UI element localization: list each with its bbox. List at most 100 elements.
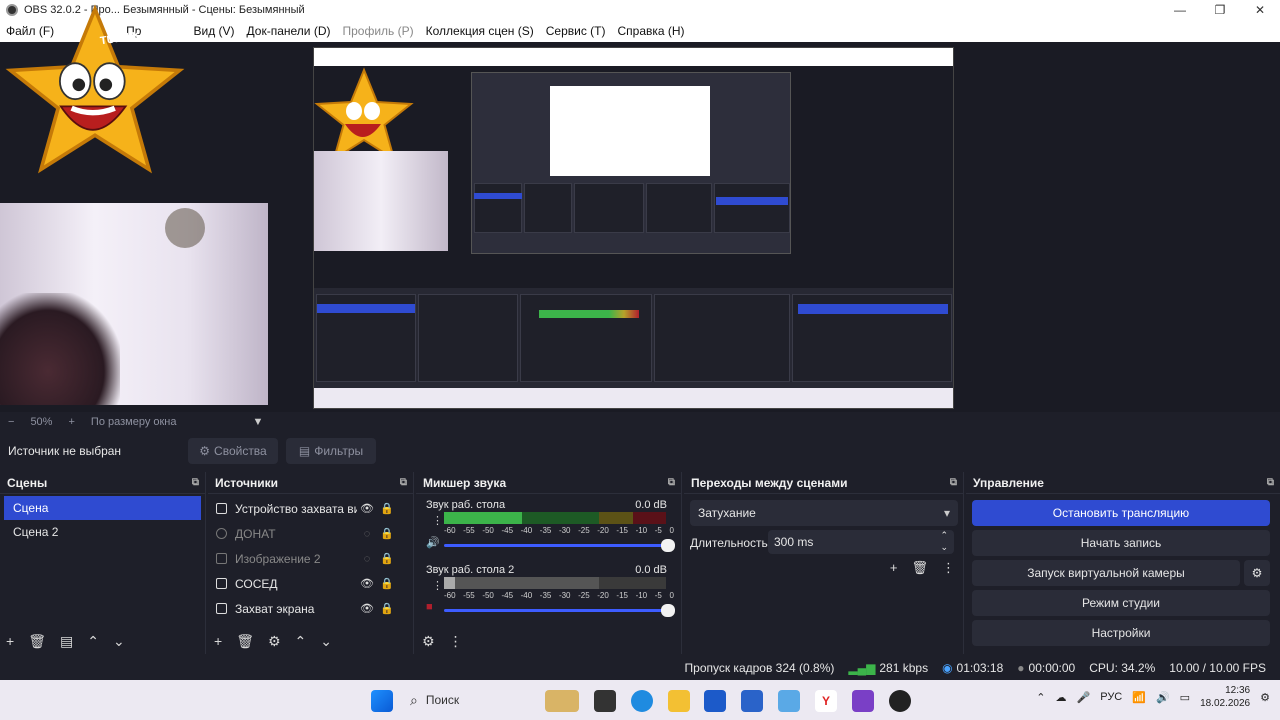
edge-browser-icon[interactable] [631,690,653,712]
browser-icon [216,528,227,539]
image-icon [216,553,227,564]
preview-canvas[interactable]: TULNIKO [0,4,1280,412]
move-up-icon[interactable]: ⌃ [295,633,307,650]
source-item[interactable]: Устройство захвата ви 👁 🔒 [208,496,413,521]
more-icon[interactable]: ⋮ [432,579,443,592]
eye-icon[interactable]: 👁 [357,502,377,515]
close-button[interactable]: ✕ [1240,0,1280,20]
lock-icon[interactable]: 🔒 [377,602,397,615]
windows-start-icon[interactable] [371,690,393,712]
speaker-icon[interactable]: 🔊 [426,536,440,550]
chevron-up-icon[interactable]: ⌃ [1036,691,1045,704]
volume-icon[interactable]: 🔊 [1156,691,1170,704]
menu-scene-collection[interactable]: Коллекция сцен (S) [420,24,540,38]
source-item[interactable]: Захват экрана 👁 🔒 [208,596,413,621]
eye-hidden-icon[interactable]: ◌ [357,528,377,540]
advanced-audio-icon[interactable]: ⚙ [422,633,435,650]
webcam-source-image [0,203,268,405]
language-indicator[interactable]: РУС [1100,691,1122,703]
zoom-out-button[interactable]: − [0,416,22,428]
gear-icon[interactable]: ⚙ [268,633,281,650]
lock-icon[interactable]: 🔒 [377,552,397,565]
duration-spinbox[interactable]: 300 ms ⌃ ⌄ [768,530,954,554]
meter-tick-label: -50 [482,591,494,600]
spin-arrows-icon[interactable]: ⌃ ⌄ [940,529,948,553]
minimize-button[interactable]: — [1160,0,1200,20]
add-scene-icon[interactable]: + [6,633,14,649]
lock-icon[interactable]: 🔒 [377,527,397,540]
move-down-icon[interactable]: ⌄ [320,633,332,650]
undock-icon[interactable]: ⧉ [950,477,957,488]
widget-icon[interactable] [545,690,579,712]
menu-help[interactable]: Справка (H) [611,24,690,38]
scene-item[interactable]: Сцена 2 [4,520,201,544]
settings-button[interactable]: Настройки [972,620,1270,646]
add-source-icon[interactable]: + [214,633,222,649]
obs-icon[interactable] [889,690,911,712]
chevron-down-icon[interactable]: ▼ [245,416,272,428]
undock-icon[interactable]: ⧉ [668,477,675,488]
menu-profile[interactable]: Профиль (P) [336,24,419,38]
trash-icon[interactable]: 🗑 [236,633,254,650]
menu-docks[interactable]: Док-панели (D) [241,24,337,38]
game-icon[interactable] [852,690,874,712]
undock-icon[interactable]: ⧉ [1267,477,1274,488]
lock-icon[interactable]: 🔒 [377,577,397,590]
source-item[interactable]: ДОНАТ ◌ 🔒 [208,521,413,546]
speaker-muted-icon[interactable]: ■ [426,601,440,615]
source-item[interactable]: СОСЕД 👁 🔒 [208,571,413,596]
add-transition-icon[interactable]: + [890,560,898,576]
undock-icon[interactable]: ⧉ [400,477,407,488]
photos-icon[interactable] [778,690,800,712]
battery-icon[interactable]: ▭ [1180,691,1190,704]
store-icon[interactable] [704,690,726,712]
outlook-icon[interactable] [741,690,763,712]
menu-tools[interactable]: Сервис (T) [540,24,612,38]
meter-tick-label: -60 [444,526,456,535]
lock-icon[interactable]: 🔒 [377,502,397,515]
zoom-fit-select[interactable]: По размеру окна [83,416,185,428]
more-icon[interactable]: ⋮ [449,633,463,650]
more-icon[interactable]: ⋮ [432,514,443,527]
eye-icon[interactable]: 👁 [357,602,377,615]
zoom-in-button[interactable]: + [60,416,82,428]
meter-tick-label: -5 [654,526,662,535]
move-down-icon[interactable]: ⌄ [113,633,125,650]
source-name: ДОНАТ [235,526,276,541]
yandex-browser-icon[interactable]: Y [815,690,837,712]
wifi-icon[interactable]: 📶 [1132,691,1146,704]
microphone-icon[interactable]: 🎤 [1077,691,1091,704]
source-toolbar: Источник не выбран ⚙ Свойства ▤ Фильтры [0,436,1280,466]
more-icon[interactable]: ⋮ [942,560,955,576]
start-record-button[interactable]: Начать запись [972,530,1270,556]
scene-filters-icon[interactable]: ▤ [60,633,73,650]
transitions-dock: Переходы между сценами ⧉ Затухание ▾ Длит… [684,472,964,654]
filters-button[interactable]: ▤ Фильтры [286,438,376,464]
menu-view[interactable]: Вид (V) [187,24,240,38]
source-item[interactable]: Изображение 2 ◌ 🔒 [208,546,413,571]
volume-slider[interactable] [444,604,675,617]
settings-icon[interactable]: ⚙ [1260,691,1270,704]
properties-button[interactable]: ⚙ Свойства [188,438,278,464]
move-up-icon[interactable]: ⌃ [87,633,99,650]
stop-stream-button[interactable]: Остановить трансляцию [972,500,1270,526]
virtual-camera-button[interactable]: Запуск виртуальной камеры [972,560,1240,586]
undock-icon[interactable]: ⧉ [192,477,199,488]
scene-item[interactable]: Сцена [4,496,201,520]
eye-hidden-icon[interactable]: ◌ [357,553,377,565]
maximize-button[interactable]: ❐ [1200,0,1240,20]
file-explorer-icon[interactable] [668,690,690,712]
gear-icon[interactable]: ⚙ [1244,560,1270,586]
trash-icon[interactable]: 🗑 [28,633,46,650]
clock[interactable]: 12:36 18.02.2026 [1200,684,1250,710]
duration-value: 300 ms [774,535,814,549]
volume-slider[interactable] [444,539,675,552]
trash-icon[interactable]: 🗑 [911,560,928,576]
terminal-icon[interactable] [594,690,616,712]
meter-tick-label: -55 [463,591,475,600]
cloud-icon[interactable]: ☁ [1056,691,1067,704]
transition-select[interactable]: Затухание ▾ [690,500,958,526]
eye-icon[interactable]: 👁 [357,577,377,590]
studio-mode-button[interactable]: Режим студии [972,590,1270,616]
clock-time: 12:36 [1225,685,1251,696]
